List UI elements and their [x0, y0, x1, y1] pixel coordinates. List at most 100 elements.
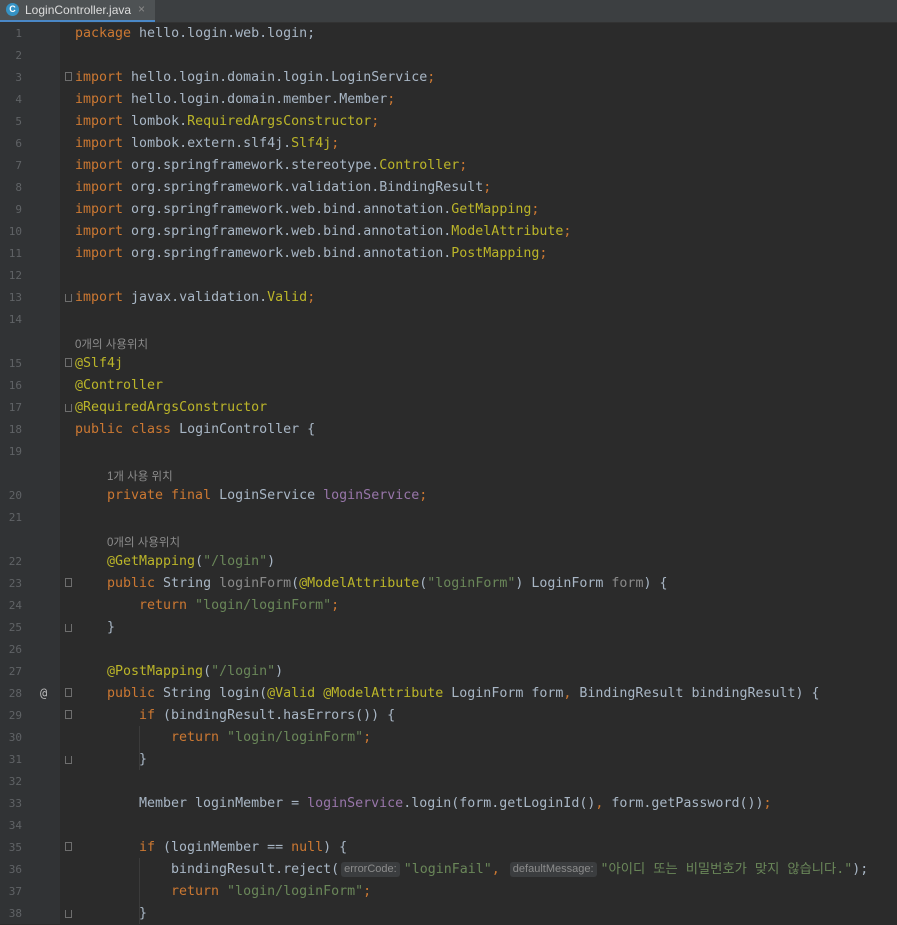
- code-text: private final LoginService loginService;: [107, 488, 428, 503]
- code-text: @Controller: [75, 378, 164, 393]
- request-mapping-gutter-icon[interactable]: @: [40, 686, 47, 700]
- code-text: import org.springframework.stereotype.Co…: [75, 158, 468, 173]
- line-number: 7: [15, 159, 22, 172]
- line-number: 17: [8, 401, 22, 414]
- line-number: 32: [8, 775, 22, 788]
- line-number: 10: [8, 225, 22, 238]
- code-text: @GetMapping("/login"): [107, 554, 276, 569]
- line-number: 30: [8, 731, 22, 744]
- code-line: 19: [0, 441, 897, 463]
- code-text: @Slf4j: [75, 356, 124, 371]
- line-number: 2: [15, 49, 22, 62]
- code-line: 29 if (bindingResult.hasErrors()) {: [0, 705, 897, 727]
- code-text: import org.springframework.web.bind.anno…: [75, 246, 548, 261]
- fold-end-icon[interactable]: [65, 756, 72, 764]
- code-line: 33 Member loginMember = loginService.log…: [0, 793, 897, 815]
- line-number: 20: [8, 489, 22, 502]
- file-tab-label: LoginController.java: [25, 3, 132, 17]
- file-tab[interactable]: C LoginController.java ×: [0, 0, 155, 22]
- code-line: 2: [0, 45, 897, 67]
- code-line: 16 @Controller: [0, 375, 897, 397]
- line-number: 8: [15, 181, 22, 194]
- code-line: 5 import lombok.RequiredArgsConstructor;: [0, 111, 897, 133]
- code-line: 10 import org.springframework.web.bind.a…: [0, 221, 897, 243]
- fold-icon[interactable]: [65, 578, 72, 587]
- line-number: 14: [8, 313, 22, 326]
- code-line: 36 bindingResult.reject(errorCode: "login…: [0, 859, 897, 881]
- code-line: 11 import org.springframework.web.bind.a…: [0, 243, 897, 265]
- close-tab-icon[interactable]: ×: [138, 2, 145, 16]
- line-number: 11: [8, 247, 22, 260]
- parameter-hint: defaultMessage:: [509, 862, 597, 877]
- code-text: import lombok.RequiredArgsConstructor;: [75, 114, 380, 129]
- line-number: 26: [8, 643, 22, 656]
- code-line: 27 @PostMapping("/login"): [0, 661, 897, 683]
- code-line: 28 @ public String login(@Valid @ModelAt…: [0, 683, 897, 705]
- code-text: package hello.login.web.login;: [75, 26, 316, 41]
- code-text: import javax.validation.Valid;: [75, 290, 316, 305]
- line-number: 6: [15, 137, 22, 150]
- code-text: @PostMapping("/login"): [107, 664, 284, 679]
- code-text: public class LoginController {: [75, 422, 316, 437]
- code-text: }: [107, 620, 116, 635]
- code-line: 20 private final LoginService loginServi…: [0, 485, 897, 507]
- line-number: 33: [8, 797, 22, 810]
- line-number: 24: [8, 599, 22, 612]
- fold-end-icon[interactable]: [65, 910, 72, 918]
- code-text: import hello.login.domain.member.Member;: [75, 92, 396, 107]
- code-text: return "login/loginForm";: [171, 730, 372, 745]
- line-number: 31: [8, 753, 22, 766]
- usage-hint-line: 1개 사용 위치: [0, 463, 897, 485]
- fold-end-icon[interactable]: [65, 404, 72, 412]
- code-line: 34: [0, 815, 897, 837]
- line-number: 4: [15, 93, 22, 106]
- usage-hint[interactable]: 1개 사용 위치: [107, 468, 173, 484]
- fold-icon[interactable]: [65, 842, 72, 851]
- code-line: 4 import hello.login.domain.member.Membe…: [0, 89, 897, 111]
- code-line: 7 import org.springframework.stereotype.…: [0, 155, 897, 177]
- parameter-hint: errorCode:: [341, 862, 400, 877]
- code-text: if (loginMember == null) {: [139, 840, 348, 855]
- code-line: 3 import hello.login.domain.login.LoginS…: [0, 67, 897, 89]
- code-text: @RequiredArgsConstructor: [75, 400, 268, 415]
- line-number: 12: [8, 269, 22, 282]
- fold-icon[interactable]: [65, 710, 72, 719]
- line-number: 18: [8, 423, 22, 436]
- code-line: 18 public class LoginController {: [0, 419, 897, 441]
- code-text: import lombok.extern.slf4j.Slf4j;: [75, 136, 340, 151]
- line-number: 35: [8, 841, 22, 854]
- code-text: bindingResult.reject(errorCode: "loginFai…: [171, 862, 869, 877]
- usage-hint[interactable]: 0개의 사용위치: [107, 534, 180, 550]
- code-text: if (bindingResult.hasErrors()) {: [139, 708, 396, 723]
- java-class-icon: C: [6, 3, 19, 16]
- line-number: 5: [15, 115, 22, 128]
- line-number: 16: [8, 379, 22, 392]
- code-text: import org.springframework.web.bind.anno…: [75, 224, 572, 239]
- code-line: 15 @Slf4j: [0, 353, 897, 375]
- fold-icon[interactable]: [65, 688, 72, 697]
- code-line: 37 return "login/loginForm";: [0, 881, 897, 903]
- usage-hint[interactable]: 0개의 사용위치: [75, 336, 148, 352]
- code-line: 12: [0, 265, 897, 287]
- code-text: }: [139, 906, 148, 921]
- code-line: 24 return "login/loginForm";: [0, 595, 897, 617]
- fold-end-icon[interactable]: [65, 294, 72, 302]
- code-text: return "login/loginForm";: [171, 884, 372, 899]
- fold-icon[interactable]: [65, 72, 72, 81]
- code-line: 38 }: [0, 903, 897, 925]
- line-number: 36: [8, 863, 22, 876]
- fold-end-icon[interactable]: [65, 624, 72, 632]
- code-line: 26: [0, 639, 897, 661]
- fold-icon[interactable]: [65, 358, 72, 367]
- code-line: 23 public String loginForm(@ModelAttribu…: [0, 573, 897, 595]
- code-line: 13 import javax.validation.Valid;: [0, 287, 897, 309]
- code-text: public String login(@Valid @ModelAttribu…: [107, 686, 820, 701]
- editor-tab-bar: C LoginController.java ×: [0, 0, 897, 23]
- line-number: 28: [8, 687, 22, 700]
- line-number: 38: [8, 907, 22, 920]
- code-line: 25 }: [0, 617, 897, 639]
- code-editor[interactable]: 1 package hello.login.web.login; 2 3 imp…: [0, 23, 897, 924]
- code-line: 1 package hello.login.web.login;: [0, 23, 897, 45]
- line-number: 9: [15, 203, 22, 216]
- code-line: 14: [0, 309, 897, 331]
